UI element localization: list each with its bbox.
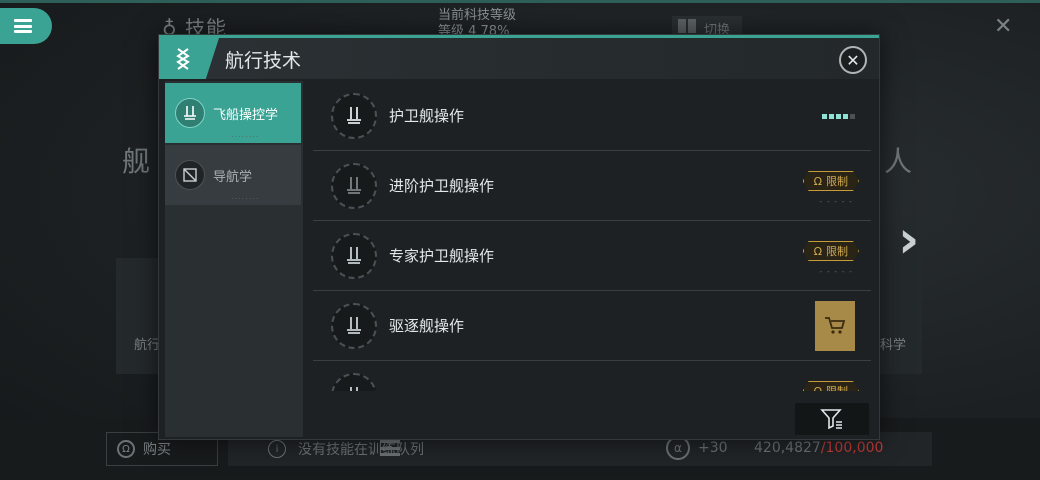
top-accent-line — [0, 0, 1040, 3]
dna-icon — [176, 47, 190, 70]
skill-row-advanced-frigate[interactable]: 进阶护卫舰操作 Ω 限制 - - - - - — [313, 151, 871, 221]
omega-icon: Ω — [813, 174, 822, 188]
category-navigation-label: 导航学 — [213, 169, 253, 185]
restricted-badge: Ω 限制 — [803, 381, 859, 391]
skill-level-indicator — [822, 114, 855, 119]
frigate-icon — [331, 163, 377, 209]
ship-icon — [331, 373, 377, 391]
bg-heading-left: 舰 — [122, 145, 151, 178]
dialog-tab-emblem — [159, 38, 219, 79]
bg-heading-right: 人 — [884, 145, 913, 178]
category-ship-control-progress: ........ — [231, 130, 260, 139]
dialog-title: 航行技术 — [225, 50, 302, 72]
category-ship-control-label: 飞船操控学 — [213, 107, 279, 123]
bonus-value: +30 — [698, 440, 728, 456]
skill-points-current: 420,4827 — [754, 440, 821, 456]
dialog-header: 航行技术 ✕ — [159, 35, 879, 79]
omega-icon: Ω — [813, 244, 822, 258]
menu-icon — [14, 19, 32, 33]
navigation-tech-dialog: 航行技术 ✕ 飞船操控学 ........ 导航学 ........ 护卫舰操作 — [158, 34, 880, 440]
restricted-label: 限制 — [826, 175, 848, 188]
screen-close-icon[interactable]: ✕ — [994, 14, 1012, 39]
skill-points: 420,4827/100,000 — [754, 440, 883, 456]
destroyer-icon — [331, 303, 377, 349]
info-icon: i — [268, 440, 286, 458]
queue-list-icon[interactable] — [380, 440, 400, 456]
skill-name: 护卫舰操作 — [389, 107, 465, 125]
skill-points-max: /100,000 — [820, 440, 884, 456]
filter-button[interactable] — [795, 403, 869, 435]
close-icon: ✕ — [846, 50, 860, 70]
frigate-icon — [331, 93, 377, 139]
skill-row-frigate[interactable]: 护卫舰操作 — [313, 81, 871, 151]
restricted-label: 限制 — [826, 245, 848, 258]
skill-row-next[interactable]: Ω 限制 — [313, 361, 871, 391]
navigation-icon — [175, 160, 205, 190]
omega-icon: Ω — [117, 440, 135, 458]
skill-name: 进阶护卫舰操作 — [389, 177, 495, 195]
category-navigation-progress: ........ — [231, 192, 260, 201]
buy-label: 购买 — [143, 442, 171, 458]
skill-row-destroyer[interactable]: 驱逐舰操作 — [313, 291, 871, 361]
frigate-icon — [331, 233, 377, 279]
skill-list: 护卫舰操作 进阶护卫舰操作 Ω 限制 - - - - - 专家护卫舰操作 Ω 限制 … — [311, 81, 873, 391]
bg-card-science-label: 科学 — [880, 338, 907, 353]
bg-card-navigation[interactable]: 航行 — [116, 258, 164, 374]
category-ship-control[interactable]: 飞船操控学 ........ — [165, 83, 301, 143]
restricted-badge: Ω 限制 — [803, 171, 859, 191]
bg-card-navigation-label: 航行 — [134, 338, 161, 353]
skill-level-empty: - - - - - — [819, 267, 853, 276]
cart-icon — [825, 317, 846, 334]
restricted-label: 限制 — [826, 383, 848, 391]
tech-level-label: 当前科技等级 — [438, 8, 517, 23]
ship-icon — [175, 98, 205, 128]
main-menu-button[interactable] — [0, 8, 52, 44]
buy-skillbook-button[interactable] — [815, 301, 855, 351]
bg-card-science[interactable]: 科学 — [876, 258, 922, 374]
dialog-close-button[interactable]: ✕ — [839, 46, 867, 74]
queue-status-text: 没有技能在训练队列 — [298, 442, 424, 458]
skill-level-empty: - - - - - — [819, 197, 853, 206]
filter-icon — [820, 409, 842, 430]
category-navigation[interactable]: 导航学 ........ — [165, 145, 301, 205]
restricted-badge: Ω 限制 — [803, 241, 859, 261]
skill-name: 专家护卫舰操作 — [389, 247, 495, 265]
skill-name: 驱逐舰操作 — [389, 317, 465, 335]
category-sidebar: 飞船操控学 ........ 导航学 ........ — [165, 81, 303, 437]
omega-icon: Ω — [813, 384, 822, 391]
skill-row-expert-frigate[interactable]: 专家护卫舰操作 Ω 限制 - - - - - — [313, 221, 871, 291]
